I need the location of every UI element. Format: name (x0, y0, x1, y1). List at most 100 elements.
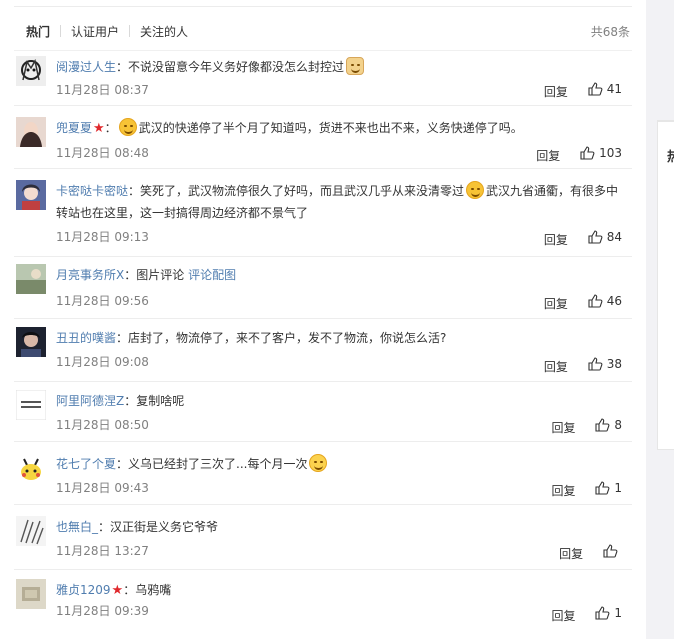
like-button[interactable]: 41 (588, 82, 622, 96)
comment-time: 11月28日 08:50 (56, 418, 149, 432)
avatar[interactable] (16, 180, 46, 210)
username[interactable]: 月亮事务所X (56, 268, 124, 282)
username[interactable]: 阿里阿德涅Z (56, 394, 124, 408)
comment-text: 义乌已经封了三次了...每个月一次 (128, 457, 308, 471)
comment-time: 11月28日 08:37 (56, 83, 149, 97)
comment-content: 也無白_：汉正街是义务它爷爷 (56, 520, 219, 534)
comment-content: 花七了个夏：义乌已经封了三次了...每个月一次 (56, 453, 626, 475)
top-divider (14, 6, 632, 7)
comment-time: 11月28日 09:56 (56, 294, 149, 308)
comment-content: 月亮事务所X：图片评论 评论配图 (56, 268, 237, 282)
tab-following[interactable]: 关注的人 (140, 23, 188, 40)
like-count: 8 (614, 418, 622, 432)
tab-separator (60, 25, 61, 37)
comment-divider (14, 381, 632, 382)
comment-actions: 回复 38 (544, 357, 622, 375)
comment-item: 花七了个夏：义乌已经封了三次了...每个月一次 11月28日 09:43 回复 … (14, 453, 632, 505)
comment-divider (14, 504, 632, 505)
comment-text: 店封了，物流停了，来不了客户，发不了物流，你说怎么活? (128, 331, 447, 345)
comment-divider (14, 105, 632, 106)
thumb-up-icon (595, 418, 610, 432)
reply-button[interactable]: 回复 (544, 233, 568, 247)
thumb-up-icon (580, 146, 595, 160)
like-button[interactable]: 1 (595, 481, 622, 495)
comment-item: 阿里阿德涅Z：复制啥呢 11月28日 08:50 回复 8 (14, 390, 632, 442)
comment-divider (14, 168, 632, 169)
comment-content: 阿里阿德涅Z：复制啥呢 (56, 394, 185, 408)
reply-button[interactable]: 回复 (559, 547, 583, 561)
like-button[interactable]: 84 (588, 230, 622, 244)
avatar[interactable] (16, 56, 46, 86)
comment-text: 图片评论 (136, 268, 185, 282)
avatar[interactable] (16, 390, 46, 420)
username[interactable]: 雅贞1209 (56, 583, 111, 597)
tab-verified[interactable]: 认证用户 (71, 23, 119, 40)
comment-text: 笑死了，武汉物流停很久了好吗，而且武汉几乎从来没清零过 (140, 184, 465, 198)
username[interactable]: 阅漫过人生 (56, 60, 116, 74)
reply-button[interactable]: 回复 (552, 421, 576, 435)
comment-content: 丑丑的噗酱：店封了，物流停了，来不了客户，发不了物流，你说怎么活? (56, 331, 447, 345)
comment-count: 共68条 (590, 25, 630, 39)
reply-button[interactable]: 回复 (544, 297, 568, 311)
like-count: 46 (606, 294, 622, 308)
comment-item: 丑丑的噗酱：店封了，物流停了，来不了客户，发不了物流，你说怎么活? 11月28日… (14, 327, 632, 382)
vip-star-icon: ★ (93, 121, 105, 136)
comment-text: 复制啥呢 (136, 394, 185, 408)
like-button[interactable] (603, 544, 622, 558)
avatar[interactable] (16, 516, 46, 546)
like-count: 41 (606, 82, 622, 96)
comment-text: 不说没留意今年义务好像都没怎么封控过 (128, 60, 345, 74)
comment-actions: 回复 (559, 544, 622, 562)
like-button[interactable]: 1 (595, 606, 622, 620)
tab-separator (129, 25, 130, 37)
comment-time: 11月28日 09:13 (56, 230, 149, 244)
comment-item: 卡密哒卡密哒：笑死了，武汉物流停很久了好吗，而且武汉几乎从来没清零过 武汉九省通衢… (14, 180, 632, 257)
thumb-up-icon (595, 606, 610, 620)
like-count: 103 (599, 146, 622, 160)
comment-item: 兜夏夏★： 武汉的快递停了半个月了知道吗，货进不来也出不来，义务快递停了吗。 11… (14, 117, 632, 169)
comment-content: 兜夏夏★： 武汉的快递停了半个月了知道吗，货进不来也出不来，义务快递停了吗。 (56, 117, 626, 140)
like-button[interactable]: 8 (595, 418, 622, 432)
username[interactable]: 花七了个夏 (56, 457, 116, 471)
username[interactable]: 丑丑的噗酱 (56, 331, 116, 345)
avatar[interactable] (16, 579, 46, 609)
comment-item: 月亮事务所X：图片评论 评论配图 11月28日 09:56 回复 46 (14, 264, 632, 319)
comment-text: 转站也在这里，这一封搞得周边经济都不景气了 (56, 206, 309, 220)
tab-hot[interactable]: 热门 (26, 23, 50, 40)
comment-time: 11月28日 09:39 (56, 604, 149, 618)
comment-text: 武汉的快递停了半个月了知道吗，货进不来也出不来，义务快递停了吗。 (138, 121, 523, 135)
smile-emoji-icon (466, 181, 485, 199)
comment-actions: 回复 8 (552, 418, 622, 436)
comment-time: 11月28日 09:08 (56, 355, 149, 369)
comment-actions: 回复 84 (544, 230, 622, 248)
like-button[interactable]: 46 (588, 294, 622, 308)
avatar[interactable] (16, 327, 46, 357)
avatar[interactable] (16, 117, 46, 147)
image-link[interactable]: 评论配图 (188, 268, 236, 282)
avatar[interactable] (16, 453, 46, 483)
reply-button[interactable]: 回复 (544, 85, 568, 99)
reply-button[interactable]: 回复 (536, 149, 560, 163)
dog-emoji-icon (346, 57, 365, 75)
comment-time: 11月28日 09:43 (56, 481, 149, 495)
reply-button[interactable]: 回复 (552, 609, 576, 623)
comment-tabs: 热门 认证用户 关注的人 共68条 (14, 19, 632, 51)
comment-time: 11月28日 08:48 (56, 146, 149, 160)
like-button[interactable]: 103 (580, 146, 622, 160)
like-count: 1 (614, 606, 622, 620)
username[interactable]: 卡密哒卡密哒 (56, 184, 128, 198)
username[interactable]: 兜夏夏 (56, 121, 92, 135)
side-card: 热 (657, 120, 674, 450)
reply-button[interactable]: 回复 (544, 360, 568, 374)
comment-item: 雅贞1209★：乌鸦嘴 11月28日 09:39 回复 1 (14, 579, 632, 634)
like-button[interactable]: 38 (588, 357, 622, 371)
comment-time: 11月28日 13:27 (56, 544, 149, 558)
comment-divider (14, 441, 632, 442)
comment-item: 也無白_：汉正街是义务它爷爷 11月28日 13:27 回复 (14, 516, 632, 570)
reply-button[interactable]: 回复 (552, 484, 576, 498)
avatar[interactable] (16, 264, 46, 294)
smile-emoji-icon (118, 118, 137, 136)
comment-actions: 回复 1 (552, 606, 622, 624)
username[interactable]: 也無白_ (56, 520, 98, 534)
comment-content: 卡密哒卡密哒：笑死了，武汉物流停很久了好吗，而且武汉几乎从来没清零过 武汉九省通衢… (56, 180, 626, 224)
